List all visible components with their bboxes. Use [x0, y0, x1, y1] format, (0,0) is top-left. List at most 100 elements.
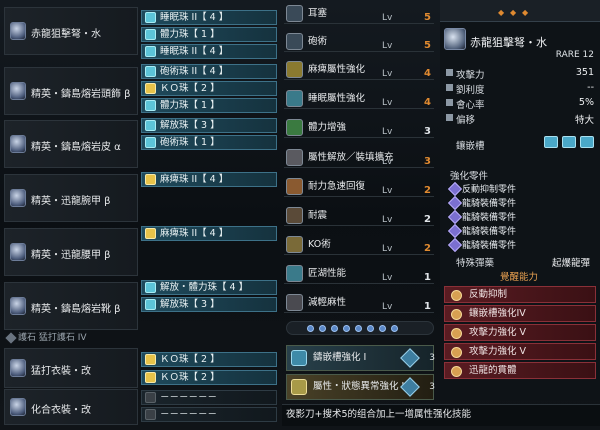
slot-gem-icon	[544, 136, 558, 148]
equipment-name: 精英・迅龍腕甲 β	[31, 196, 111, 207]
decoration-label: 體力珠【 1 】	[160, 100, 220, 111]
stat-label: 攻擊力	[456, 70, 485, 81]
slot-dot	[391, 325, 398, 332]
skill-row[interactable]: 匠湖性能 Lv 1	[284, 264, 434, 284]
tab-indicator-icon[interactable]: ◆	[510, 8, 516, 17]
skill-icon	[286, 265, 303, 282]
skill-row[interactable]: 耐震 Lv 2	[284, 206, 434, 226]
skill-level-label: Lv	[382, 215, 393, 225]
equipment-head[interactable]: 精英・鑄島熔岩頭飾 β	[4, 67, 138, 115]
charm-label[interactable]: 護石 猛打護石 IV	[4, 331, 144, 345]
equipment-weapon[interactable]: 赤龍狙擊弩・水	[4, 7, 138, 55]
decoration-label: 麻痺珠 II【 4 】	[160, 174, 229, 185]
stat-label: 會心率	[456, 100, 485, 111]
skill-row[interactable]: KO術 Lv 2	[284, 235, 434, 255]
skill-level-label: Lv	[382, 69, 393, 79]
decoration-slot[interactable]: 體力珠【 1 】	[141, 98, 277, 113]
augment-item[interactable]: 迅龍的貫體	[444, 362, 596, 379]
arms-icon	[10, 189, 26, 207]
decoration-slot-empty[interactable]: －－－－－－	[141, 390, 277, 405]
slot-dot	[367, 325, 374, 332]
decoration-gem-icon	[145, 137, 156, 148]
equipment-name: 猛打衣裝・改	[31, 366, 91, 377]
skill-level: 2	[424, 243, 431, 254]
set-bonus-row[interactable]: 鑄嵌槽強化 I 3	[286, 345, 435, 371]
equipment-mantle-1[interactable]: 猛打衣裝・改	[4, 348, 138, 388]
skill-level-label: Lv	[382, 127, 393, 137]
equipment-arms[interactable]: 精英・迅龍腕甲 β	[4, 174, 138, 222]
skill-name: 減輕麻性	[308, 297, 347, 308]
decoration-slot[interactable]: 睡眠珠 II【 4 】	[141, 44, 277, 59]
decoration-slot[interactable]: ＫＯ珠【 2 】	[141, 370, 277, 385]
weapon-icon	[10, 22, 26, 40]
skill-row[interactable]: 耳塞 Lv 5	[284, 4, 434, 24]
decoration-label: 麻痺珠 II【 4 】	[160, 228, 229, 239]
decoration-gem-icon	[145, 66, 156, 77]
decoration-slot[interactable]: 體力珠【 1 】	[141, 27, 277, 42]
tab-indicator-icon[interactable]: ◆	[498, 8, 504, 17]
decoration-slot[interactable]: 解放・體力珠【 4 】	[141, 280, 277, 295]
decoration-slot[interactable]: 解放珠【 3 】	[141, 297, 277, 312]
decoration-gem-icon	[145, 354, 156, 365]
caption-text: 夜影刀+搜术5的组合加上一增属性强化技能	[282, 404, 600, 426]
decoration-slot[interactable]: ＫＯ珠【 2 】	[141, 81, 277, 96]
skill-level: 4	[424, 68, 431, 79]
skill-row[interactable]: 減輕麻性 Lv 1	[284, 293, 434, 313]
stat-label: 偏移	[456, 115, 476, 126]
augment-section-label: 覺醒能力	[500, 272, 539, 283]
slot-gem-icon	[580, 136, 594, 148]
augment-item[interactable]: 鑲嵌槽強化IV	[444, 305, 596, 322]
skill-row[interactable]: 屬性解放／裝填擴充 Lv 3	[284, 148, 434, 168]
decoration-gem-icon	[145, 100, 156, 111]
decoration-label: 砲術珠 II【 4 】	[160, 66, 229, 77]
skill-level-label: Lv	[382, 41, 393, 51]
equipment-mantle-2[interactable]: 化合衣裝・改	[4, 389, 138, 425]
skill-row[interactable]: 砲術 Lv 5	[284, 32, 434, 52]
decoration-slot-empty[interactable]: －－－－－－	[141, 407, 277, 422]
decoration-slot[interactable]: 麻痺珠 II【 4 】	[141, 172, 277, 187]
augment-item[interactable]: 反動抑制	[444, 286, 596, 303]
stat-row: 劉利度 --	[444, 82, 596, 96]
skill-icon	[286, 236, 303, 253]
set-bonus-count: 3	[429, 353, 435, 363]
slot-gem-icon	[562, 136, 576, 148]
decoration-gem-icon	[145, 83, 156, 94]
special-ammo-label: 特殊彈藥	[456, 258, 495, 269]
decoration-gem-icon	[145, 120, 156, 131]
decoration-slot[interactable]: 麻痺珠 II【 4 】	[141, 226, 277, 241]
set-bonus-name: 屬性・狀態異常強化 II	[313, 381, 408, 392]
skill-name: 匠湖性能	[308, 268, 347, 279]
skill-icon	[286, 178, 303, 195]
decoration-slot[interactable]: 砲術珠 II【 4 】	[141, 64, 277, 79]
equipment-legs[interactable]: 精英・鑄島熔岩靴 β	[4, 282, 138, 330]
equipment-name: 精英・鑄島熔岩頭飾 β	[31, 89, 131, 100]
empty-slot-icon	[145, 392, 156, 403]
decoration-slot[interactable]: ＫＯ珠【 2 】	[141, 352, 277, 367]
decoration-label: 解放・體力珠【 4 】	[160, 282, 249, 293]
skill-level-label: Lv	[382, 157, 393, 167]
decoration-label: 解放珠【 3 】	[160, 120, 220, 131]
equipment-name: 精英・鑄島熔岩皮 α	[31, 142, 121, 153]
stat-icon	[446, 114, 453, 121]
skill-icon	[286, 149, 303, 166]
augment-item[interactable]: 攻擊力強化 V	[444, 343, 596, 360]
decoration-slot[interactable]: 砲術珠【 1 】	[141, 135, 277, 150]
augment-item[interactable]: 攻擊力強化 V	[444, 324, 596, 341]
skill-row[interactable]: 睡眠屬性強化 Lv 4	[284, 89, 434, 109]
skill-row[interactable]: 耐力急速回復 Lv 2	[284, 177, 434, 197]
equipment-waist[interactable]: 精英・迅龍腰甲 β	[4, 228, 138, 276]
skill-name: 麻痺屬性強化	[308, 64, 366, 75]
skill-name: 耐震	[308, 210, 328, 221]
decoration-slot[interactable]: 解放珠【 3 】	[141, 118, 277, 133]
decoration-slot[interactable]: 睡眠珠 II【 4 】	[141, 10, 277, 25]
tab-indicator-icon[interactable]: ◆	[522, 8, 528, 17]
skill-row[interactable]: 體力增強 Lv 3	[284, 118, 434, 138]
decoration-label: 解放珠【 3 】	[160, 299, 220, 310]
set-bonus-row[interactable]: 屬性・狀態異常強化 II 3	[286, 374, 435, 400]
skill-level: 1	[424, 272, 431, 283]
decoration-gem-icon	[145, 372, 156, 383]
weapon-rarity: RARE 12	[555, 50, 594, 60]
equipment-chest[interactable]: 精英・鑄島熔岩皮 α	[4, 120, 138, 168]
decoration-label: －－－－－－	[160, 409, 218, 420]
skill-row[interactable]: 麻痺屬性強化 Lv 4	[284, 60, 434, 80]
